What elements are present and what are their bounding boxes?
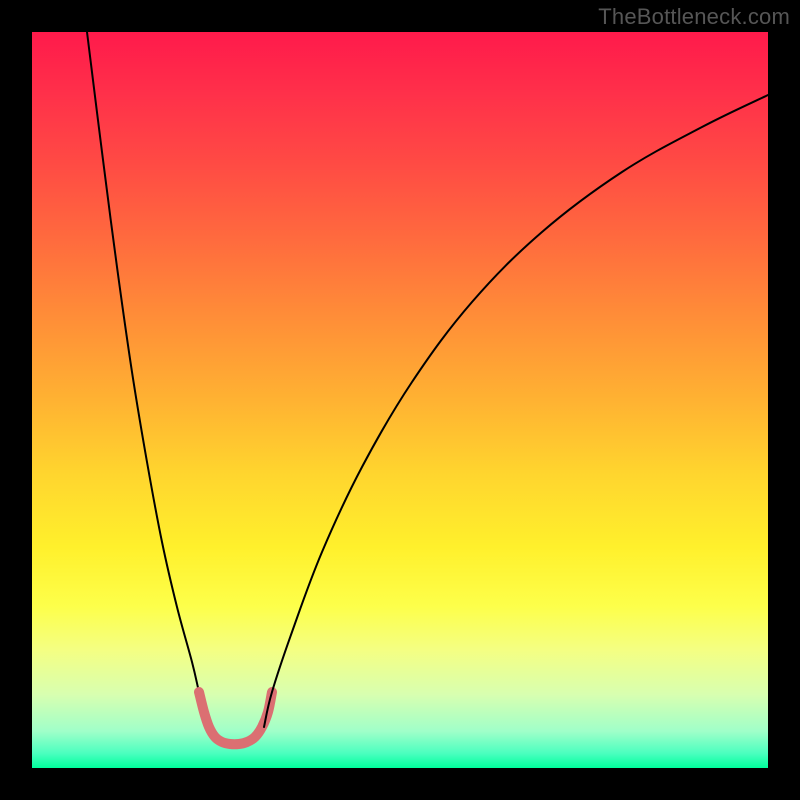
curve-right-branch xyxy=(264,95,768,727)
plot-area xyxy=(32,32,768,768)
curve-overlay xyxy=(32,32,768,768)
curve-left-branch xyxy=(87,32,208,727)
watermark-text: TheBottleneck.com xyxy=(598,4,790,30)
chart-container: TheBottleneck.com xyxy=(0,0,800,800)
curve-bottom-salmon xyxy=(199,692,272,744)
